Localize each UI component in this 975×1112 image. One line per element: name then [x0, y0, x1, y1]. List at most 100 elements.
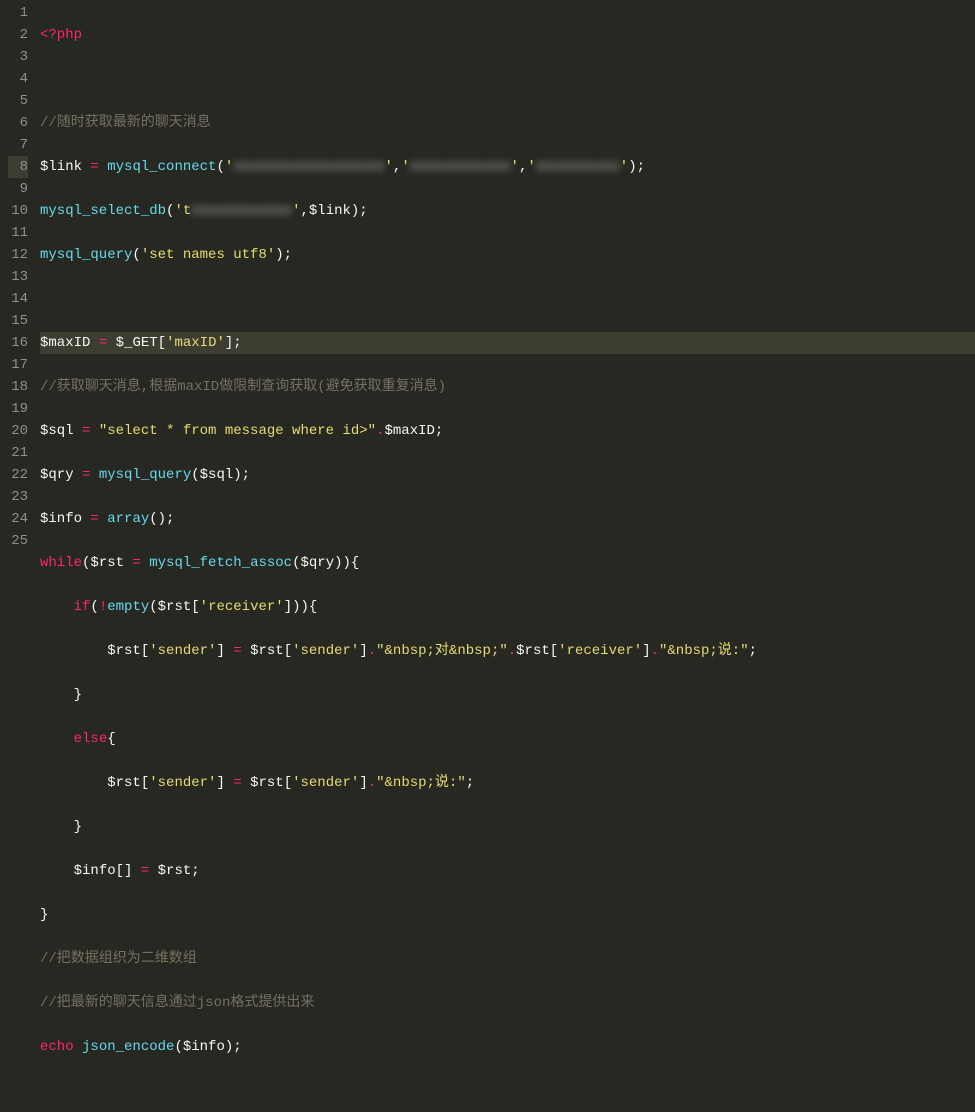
- code-line[interactable]: [40, 288, 975, 310]
- line-number: 13: [8, 266, 28, 288]
- string: 'receiver': [558, 643, 642, 659]
- variable: $qry: [300, 555, 334, 571]
- indent: [40, 819, 74, 835]
- code-line[interactable]: [40, 1080, 975, 1102]
- brace: }: [40, 907, 48, 923]
- string: "&nbsp;说:": [376, 775, 466, 791]
- code-line[interactable]: $rst['sender'] = $rst['sender']."&nbsp;对…: [40, 640, 975, 662]
- indent: [40, 687, 74, 703]
- variable: $info: [183, 1039, 225, 1055]
- code-line[interactable]: $qry = mysql_query($sql);: [40, 464, 975, 486]
- variable: $rst: [107, 643, 141, 659]
- indent: [40, 863, 74, 879]
- variable: $maxID: [40, 335, 90, 351]
- paren: ){: [343, 555, 360, 571]
- line-number: 20: [8, 420, 28, 442]
- variable: $rst: [250, 775, 284, 791]
- operator: !: [99, 599, 107, 615]
- operator: =: [225, 643, 250, 659]
- code-line[interactable]: echo json_encode($info);: [40, 1036, 975, 1058]
- string-quote: ': [225, 159, 233, 175]
- paren: (: [174, 1039, 182, 1055]
- code-line[interactable]: //获取聊天消息,根据maxID做限制查询获取(避免获取重复消息): [40, 376, 975, 398]
- operator: =: [124, 555, 149, 571]
- keyword: else: [74, 731, 108, 747]
- function-call: mysql_query: [40, 247, 132, 263]
- bracket: [: [141, 775, 149, 791]
- code-line[interactable]: }: [40, 816, 975, 838]
- bracket: ]: [359, 643, 367, 659]
- code-line[interactable]: while($rst = mysql_fetch_assoc($qry)){: [40, 552, 975, 574]
- paren: );: [628, 159, 645, 175]
- string: 'maxID': [166, 335, 225, 351]
- comment: //随时获取最新的聊天消息: [40, 115, 211, 131]
- line-number: 19: [8, 398, 28, 420]
- code-line[interactable]: //随时获取最新的聊天消息: [40, 112, 975, 134]
- code-line[interactable]: $link = mysql_connect('xxxxxxxxxxxxxxxxx…: [40, 156, 975, 178]
- redacted-text: xxxxxxxxxxxxxxxxxx: [233, 159, 384, 175]
- code-line[interactable]: $rst['sender'] = $rst['sender']."&nbsp;说…: [40, 772, 975, 794]
- line-number: 21: [8, 442, 28, 464]
- code-line[interactable]: $sql = "select * from message where id>"…: [40, 420, 975, 442]
- function-call: mysql_connect: [107, 159, 216, 175]
- code-line[interactable]: $info = array();: [40, 508, 975, 530]
- php-open-tag: <?php: [40, 27, 82, 43]
- variable: $sql: [200, 467, 234, 483]
- code-line[interactable]: mysql_query('set names utf8');: [40, 244, 975, 266]
- bracket: [: [191, 599, 199, 615]
- line-number: 4: [8, 68, 28, 90]
- code-line[interactable]: [40, 68, 975, 90]
- redacted-text: xxxxxxxxxxxx: [191, 203, 292, 219]
- function-call: empty: [107, 599, 149, 615]
- line-number: 9: [8, 178, 28, 200]
- semicolon: ;: [191, 863, 199, 879]
- line-number: 17: [8, 354, 28, 376]
- keyword: while: [40, 555, 82, 571]
- line-number-gutter: 1 2 3 4 5 6 7 8 9 10 11 12 13 14 15 16 1…: [0, 0, 40, 556]
- comment: //把数据组织为二维数组: [40, 951, 197, 967]
- redacted-text: xxxxxxxxxx: [536, 159, 620, 175]
- bracket: [: [284, 643, 292, 659]
- paren: );: [351, 203, 368, 219]
- variable: $link: [309, 203, 351, 219]
- string-quote: ': [527, 159, 535, 175]
- paren: (: [216, 159, 224, 175]
- bracket: ];: [225, 335, 242, 351]
- line-number: 10: [8, 200, 28, 222]
- code-line[interactable]: }: [40, 684, 975, 706]
- code-line[interactable]: //把最新的聊天信息通过json格式提供出来: [40, 992, 975, 1014]
- variable: $_GET: [116, 335, 158, 351]
- string: 'sender': [149, 643, 216, 659]
- semicolon: ;: [466, 775, 474, 791]
- variable: $maxID: [384, 423, 434, 439]
- code-line-highlighted[interactable]: $maxID = $_GET['maxID'];: [40, 332, 975, 354]
- code-line[interactable]: $info[] = $rst;: [40, 860, 975, 882]
- variable: $rst: [158, 863, 192, 879]
- code-line[interactable]: <?php: [40, 24, 975, 46]
- line-number: 2: [8, 24, 28, 46]
- keyword: if: [74, 599, 91, 615]
- indent: [40, 731, 74, 747]
- code-editor[interactable]: <?php //随时获取最新的聊天消息 $link = mysql_connec…: [40, 0, 975, 556]
- brace: {: [107, 731, 115, 747]
- operator: .: [368, 775, 376, 791]
- code-line[interactable]: //把数据组织为二维数组: [40, 948, 975, 970]
- string: 'sender': [292, 775, 359, 791]
- paren: );: [225, 1039, 242, 1055]
- string: "&nbsp;说:": [659, 643, 749, 659]
- comment: //获取聊天消息,根据maxID做限制查询获取(避免获取重复消息): [40, 379, 446, 395]
- semicolon: ;: [749, 643, 757, 659]
- line-number: 15: [8, 310, 28, 332]
- paren: );: [233, 467, 250, 483]
- code-line[interactable]: }: [40, 904, 975, 926]
- code-line[interactable]: mysql_select_db('txxxxxxxxxxxx',$link);: [40, 200, 975, 222]
- code-line[interactable]: if(!empty($rst['receiver'])){: [40, 596, 975, 618]
- paren: (: [149, 599, 157, 615]
- paren: ){: [301, 599, 318, 615]
- operator: =: [82, 159, 107, 175]
- code-line[interactable]: else{: [40, 728, 975, 750]
- indent: [40, 775, 107, 791]
- function-call: mysql_query: [99, 467, 191, 483]
- bracket: ]: [284, 599, 292, 615]
- redacted-text: xxxxxxxxxxxx: [410, 159, 511, 175]
